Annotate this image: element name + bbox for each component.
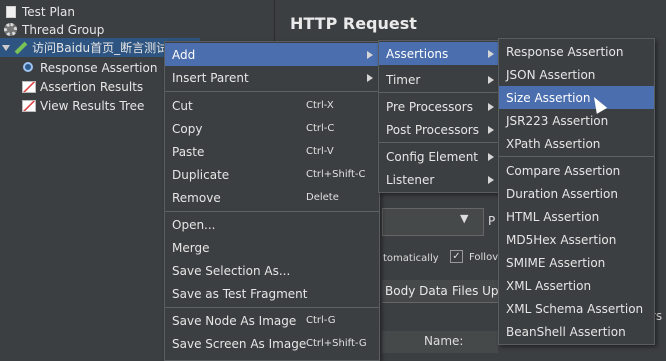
menu-item-merge[interactable]: Merge bbox=[165, 236, 379, 259]
menu-item-open[interactable]: Open... bbox=[165, 213, 379, 236]
menu-item-save-selection[interactable]: Save Selection As... bbox=[165, 259, 379, 282]
tree-item-label: View Results Tree bbox=[40, 98, 145, 113]
tab-files-upload[interactable]: Files Upl bbox=[452, 284, 502, 298]
follow-label: Follov bbox=[469, 252, 499, 263]
assertions-submenu: Response Assertion JSON Assertion Size A… bbox=[498, 38, 655, 345]
menu-item-listener[interactable]: Listener bbox=[379, 168, 500, 191]
name-column-header: Name: bbox=[424, 334, 464, 348]
test-plan-icon bbox=[4, 5, 18, 19]
magnifier-icon bbox=[22, 61, 36, 75]
menu-item-duplicate[interactable]: Duplicate Ctrl+Shift-C bbox=[165, 163, 379, 186]
menu-item-insert-parent[interactable]: Insert Parent bbox=[165, 66, 379, 89]
menu-item-assertions[interactable]: Assertions bbox=[379, 42, 500, 65]
add-submenu: Assertions Timer Pre Processors Post Pro… bbox=[378, 40, 501, 193]
menu-item-duration-assertion[interactable]: Duration Assertion bbox=[499, 182, 654, 205]
menu-item-xpath-assertion[interactable]: XPath Assertion bbox=[499, 132, 654, 155]
chevron-down-icon[interactable]: ▼ bbox=[460, 212, 476, 230]
menu-item-save-screen-image[interactable]: Save Screen As Image Ctrl+Shift-G bbox=[165, 332, 379, 355]
chart-icon bbox=[22, 99, 36, 113]
tree-item-thread-group[interactable]: Thread Group bbox=[4, 20, 104, 39]
chevron-right-icon bbox=[488, 152, 494, 161]
chevron-right-icon bbox=[488, 102, 494, 111]
chevron-right-icon bbox=[367, 73, 373, 82]
chevron-right-icon bbox=[367, 50, 373, 59]
tree-item-response-assertion[interactable]: Response Assertion bbox=[22, 58, 157, 77]
chevron-right-icon bbox=[488, 49, 494, 58]
chevron-right-icon bbox=[488, 75, 494, 84]
menu-item-add[interactable]: Add bbox=[165, 43, 379, 66]
chevron-down-icon[interactable] bbox=[2, 44, 10, 51]
menu-item-beanshell-assertion[interactable]: BeanShell Assertion bbox=[499, 320, 654, 343]
tree-item-label: Test Plan bbox=[22, 4, 75, 19]
menu-item-save-node-image[interactable]: Save Node As Image Ctrl-G bbox=[165, 309, 379, 332]
tree-item-label: Thread Group bbox=[22, 22, 105, 37]
menu-item-compare-assertion[interactable]: Compare Assertion bbox=[499, 159, 654, 182]
context-menu: Add Insert Parent Cut Ctrl-X Copy Ctrl-C P… bbox=[164, 41, 380, 361]
tree-item-assertion-results[interactable]: Assertion Results bbox=[22, 77, 143, 96]
tree-item-test-plan[interactable]: Test Plan bbox=[4, 2, 75, 21]
follow-redirects-checkbox[interactable]: ✓ bbox=[450, 250, 463, 263]
tab-body-data[interactable]: Body Data bbox=[385, 284, 448, 298]
menu-item-config-element[interactable]: Config Element bbox=[379, 145, 500, 168]
chevron-right-icon bbox=[488, 175, 494, 184]
menu-item-pre-processors[interactable]: Pre Processors bbox=[379, 95, 500, 118]
menu-item-copy[interactable]: Copy Ctrl-C bbox=[165, 117, 379, 140]
menu-item-paste[interactable]: Paste Ctrl-V bbox=[165, 140, 379, 163]
menu-item-save-test-fragment[interactable]: Save as Test Fragment bbox=[165, 282, 379, 305]
menu-item-response-assertion[interactable]: Response Assertion bbox=[499, 40, 654, 63]
menu-item-json-assertion[interactable]: JSON Assertion bbox=[499, 63, 654, 86]
menu-item-html-assertion[interactable]: HTML Assertion bbox=[499, 205, 654, 228]
gear-icon bbox=[4, 22, 18, 37]
path-label-fragment: P bbox=[488, 214, 496, 228]
tree-item-label: 访问Baidu首页_断言测试 bbox=[32, 41, 169, 55]
menu-item-remove[interactable]: Remove Delete bbox=[165, 186, 379, 209]
tree-item-view-results-tree[interactable]: View Results Tree bbox=[22, 96, 144, 115]
tree-item-label: Assertion Results bbox=[40, 79, 144, 94]
menu-item-post-processors[interactable]: Post Processors bbox=[379, 118, 500, 141]
menu-item-md5hex-assertion[interactable]: MD5Hex Assertion bbox=[499, 228, 654, 251]
menu-item-size-assertion[interactable]: Size Assertion bbox=[499, 86, 654, 109]
menu-item-cut[interactable]: Cut Ctrl-X bbox=[165, 94, 379, 117]
automatically-label: tomatically bbox=[383, 253, 439, 264]
page-title: HTTP Request bbox=[290, 14, 417, 33]
menu-item-jsr223-assertion[interactable]: JSR223 Assertion bbox=[499, 109, 654, 132]
menu-item-xml-schema-assertion[interactable]: XML Schema Assertion bbox=[499, 297, 654, 320]
chart-icon bbox=[22, 80, 36, 94]
menu-item-timer[interactable]: Timer bbox=[379, 68, 500, 91]
chevron-right-icon bbox=[488, 125, 494, 134]
menu-item-xml-assertion[interactable]: XML Assertion bbox=[499, 274, 654, 297]
tree-item-label: Response Assertion bbox=[40, 60, 158, 75]
menu-item-smime-assertion[interactable]: SMIME Assertion bbox=[499, 251, 654, 274]
pencil-icon bbox=[14, 41, 28, 55]
